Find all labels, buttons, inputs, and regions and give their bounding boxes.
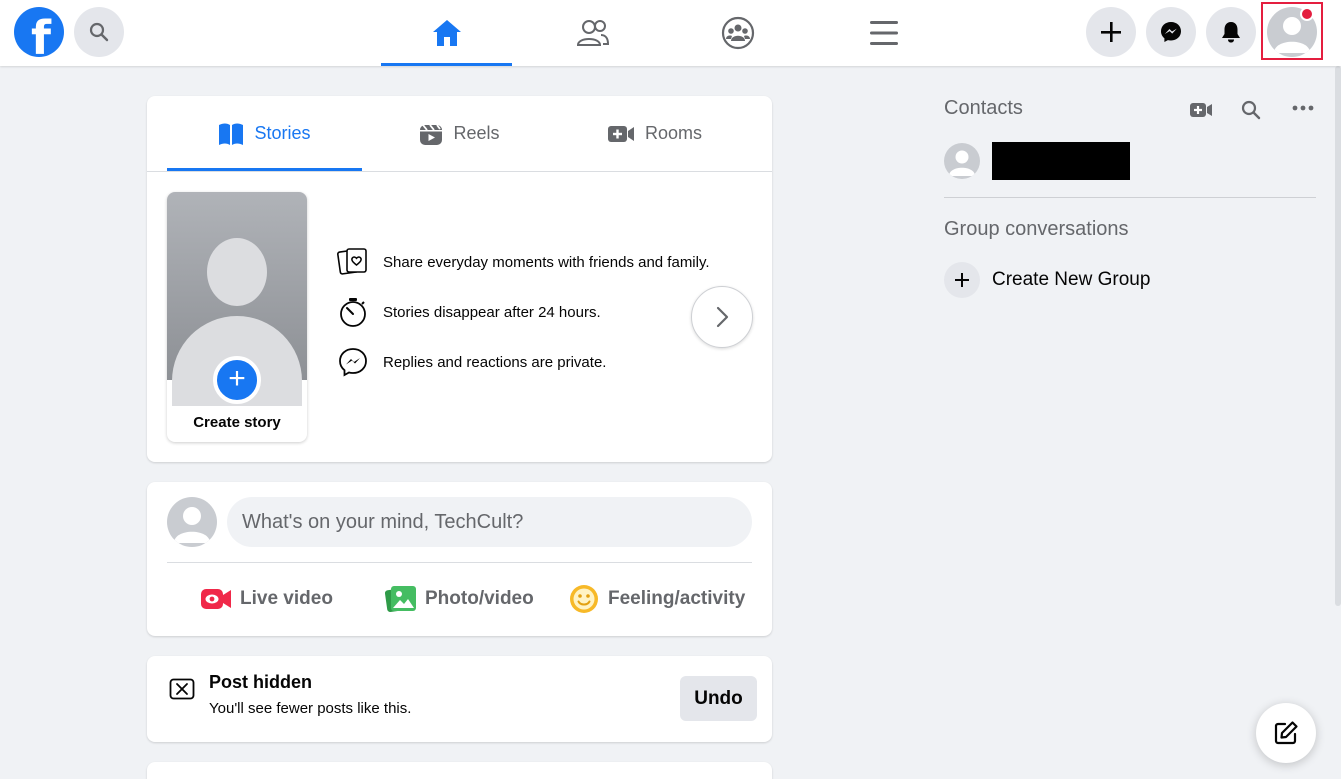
photo-icon [385, 586, 416, 613]
stories-next-button[interactable] [691, 286, 753, 348]
plus-icon [944, 262, 980, 298]
tab-home[interactable] [381, 0, 512, 66]
live-video-icon [201, 589, 231, 609]
post-hidden-title: Post hidden [209, 672, 312, 692]
account-profile-button[interactable] [1261, 2, 1323, 60]
action-label: Live video [240, 588, 333, 609]
undo-button[interactable]: Undo [680, 676, 757, 721]
new-room-button[interactable] [1186, 95, 1216, 125]
next-feed-card [147, 762, 772, 779]
photo-heart-icon [337, 248, 367, 275]
redacted-contact-name [992, 142, 1130, 180]
video-plus-icon [1190, 103, 1212, 117]
hamburger-menu-icon [869, 21, 898, 45]
tab-groups[interactable] [672, 0, 803, 66]
create-button[interactable] [1086, 7, 1136, 57]
story-info-item: Share everyday moments with friends and … [337, 246, 710, 278]
search-button[interactable] [74, 7, 124, 57]
post-hidden-subtitle: You'll see fewer posts like this. [209, 700, 412, 717]
facebook-logo[interactable]: f [14, 7, 64, 57]
story-info-item: Replies and reactions are private. [337, 346, 606, 378]
top-navigation-bar: f [0, 0, 1341, 66]
tab-label: Reels [453, 123, 500, 143]
friends-icon [576, 20, 609, 46]
contacts-options-button[interactable] [1288, 93, 1318, 123]
divider [147, 171, 772, 172]
groups-icon [721, 16, 754, 50]
page-scrollbar[interactable] [1335, 66, 1341, 606]
more-options-icon [1292, 105, 1314, 111]
default-avatar-icon [174, 507, 210, 543]
messenger-icon [1161, 22, 1181, 42]
home-icon [432, 20, 461, 46]
story-profile-placeholder [167, 192, 307, 406]
stopwatch-icon [340, 298, 366, 327]
notifications-button[interactable] [1206, 7, 1256, 57]
notification-badge [1300, 7, 1314, 21]
live-video-button[interactable]: Live video [200, 582, 333, 616]
search-contacts-button[interactable] [1236, 95, 1266, 125]
tab-stories[interactable]: Stories [167, 96, 362, 171]
compose-edit-icon [1274, 721, 1298, 745]
group-conversations-heading: Group conversations [944, 218, 1129, 240]
book-icon [219, 123, 244, 145]
story-info-text: Stories disappear after 24 hours. [383, 303, 601, 321]
messenger-icon [339, 348, 367, 377]
story-info-text: Replies and reactions are private. [383, 353, 607, 371]
tab-label: Rooms [644, 123, 702, 143]
contacts-heading: Contacts [944, 97, 1023, 119]
tab-menu[interactable] [818, 0, 949, 66]
action-label: Feeling/activity [608, 588, 746, 609]
new-message-button[interactable] [1256, 703, 1316, 763]
search-icon [1241, 100, 1261, 120]
divider [167, 562, 752, 563]
tab-label: Stories [254, 123, 311, 143]
story-info-text: Share everyday moments with friends and … [383, 253, 710, 271]
feeling-activity-button[interactable]: Feeling/activity [568, 582, 745, 616]
post-composer-card: Live video Photo/video Feeling/activity [147, 482, 772, 636]
divider [944, 197, 1316, 198]
whats-on-your-mind-input[interactable] [227, 497, 752, 547]
avatar [944, 143, 980, 179]
search-icon [89, 22, 109, 42]
action-label: Photo/video [425, 588, 534, 609]
tab-rooms[interactable]: Rooms [557, 96, 752, 171]
stories-tab-bar: Stories Reels Rooms [167, 96, 752, 171]
chevron-right-icon [716, 306, 729, 328]
messenger-button[interactable] [1146, 7, 1196, 57]
logo-letter: f [31, 11, 52, 57]
placeholder-head [207, 238, 267, 306]
stories-card: Stories Reels Rooms + Create story Share… [147, 96, 772, 462]
video-plus-icon [607, 125, 634, 142]
default-avatar-icon [949, 150, 975, 176]
photo-video-button[interactable]: Photo/video [385, 582, 534, 616]
contact-item[interactable] [944, 142, 1130, 180]
tab-friends[interactable] [527, 0, 658, 66]
create-story-card[interactable]: + Create story [167, 192, 307, 442]
story-info-item: Stories disappear after 24 hours. [337, 296, 601, 328]
bell-icon [1222, 22, 1240, 43]
smiley-icon [570, 585, 598, 613]
plus-icon [1101, 22, 1121, 42]
avatar[interactable] [167, 497, 217, 547]
hide-post-icon [169, 678, 195, 700]
add-story-plus-icon: + [213, 356, 261, 404]
post-hidden-card: Post hidden You'll see fewer posts like … [147, 656, 772, 742]
reels-icon [420, 123, 443, 145]
create-group-label: Create New Group [992, 269, 1151, 290]
create-new-group-button[interactable]: Create New Group [944, 262, 1150, 298]
tab-reels[interactable]: Reels [362, 96, 557, 171]
create-story-label: Create story [193, 414, 281, 431]
